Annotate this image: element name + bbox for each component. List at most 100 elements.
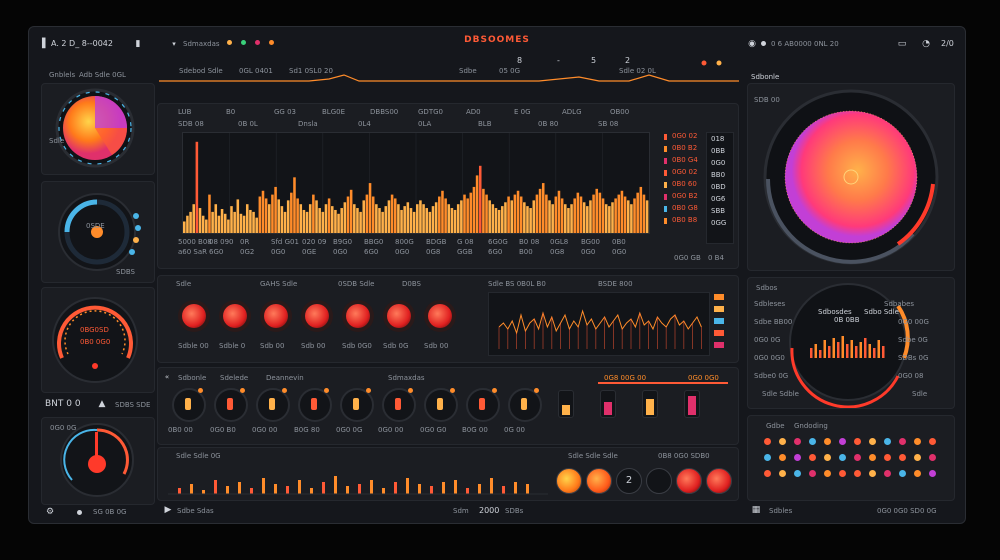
main-chart-bar: [255, 217, 258, 233]
status-dot[interactable]: [884, 454, 891, 461]
main-chart-bar: [548, 200, 551, 233]
vertical-slider[interactable]: [558, 390, 574, 418]
status-dot[interactable]: [809, 454, 816, 461]
main-chart-bar: [453, 209, 457, 233]
status-dot[interactable]: [824, 470, 831, 477]
status-dot[interactable]: [914, 454, 921, 461]
main-chart-bar: [633, 198, 636, 233]
status-dot[interactable]: [839, 438, 846, 445]
mid-orb[interactable]: [223, 304, 247, 328]
legend-swatch: [664, 182, 667, 188]
knob[interactable]: [172, 388, 206, 422]
status-dot[interactable]: [929, 470, 936, 477]
status-dot[interactable]: [929, 438, 936, 445]
mid-orb-label: Sdble 00: [178, 342, 209, 350]
main-chart-x-labels: 5000 B08 08 090 0R Sfd G01 020 09 B9G0 BBG0 800…: [178, 238, 648, 248]
clock-icon[interactable]: ◔: [921, 39, 931, 49]
status-dot[interactable]: [824, 438, 831, 445]
main-chart-bar: [617, 194, 621, 233]
status-dot[interactable]: [764, 454, 771, 461]
side-value: 0BB: [711, 147, 726, 155]
mid-gauge-bar: [873, 348, 876, 358]
status-dot[interactable]: [914, 470, 921, 477]
knobs-expand-icon[interactable]: «: [162, 372, 172, 382]
triangle-icon[interactable]: ▲: [97, 399, 107, 409]
status-dot[interactable]: [809, 438, 816, 445]
status-dot[interactable]: [794, 470, 801, 477]
header-bar: ▐ A. 2 D_ 8--0042 ▮ ▾ Sdmaxdas DBSOOMES …: [29, 27, 965, 61]
status-dot[interactable]: [839, 470, 846, 477]
knob[interactable]: [340, 388, 374, 422]
status-dot[interactable]: [809, 470, 816, 477]
bottom-orb[interactable]: [706, 468, 732, 494]
mid-orb[interactable]: [182, 304, 206, 328]
mid-orb[interactable]: [305, 304, 329, 328]
main-x-label-2: B00: [519, 248, 533, 256]
settings-icon[interactable]: ⚙: [45, 507, 55, 517]
knobs-row: 0B0 00 0G0 B0 0G0 00 B0G 80 0G0 0G 0G0 00 0G0 …: [168, 386, 728, 442]
vertical-slider[interactable]: [642, 390, 658, 418]
status-dot[interactable]: [914, 438, 921, 445]
vertical-slider[interactable]: [600, 390, 616, 418]
knob[interactable]: [466, 388, 500, 422]
main-chart-bar: [403, 206, 406, 233]
knob-label: B0G 80: [294, 426, 320, 434]
status-dot[interactable]: [869, 470, 876, 477]
status-dot[interactable]: [794, 454, 801, 461]
main-sub-label: BLB: [478, 120, 492, 128]
bottom-orb[interactable]: [676, 468, 702, 494]
main-chart-bar: [375, 204, 378, 233]
display-icon[interactable]: ▭: [897, 39, 907, 49]
main-chart-bar: [242, 215, 246, 233]
status-dot[interactable]: [884, 470, 891, 477]
bottom-play-icon[interactable]: ▶: [163, 505, 173, 515]
knob[interactable]: [256, 388, 290, 422]
status-dot[interactable]: [824, 454, 831, 461]
bottom-orb[interactable]: 2: [616, 468, 642, 494]
knob-label: 0B0 00: [168, 426, 193, 434]
left-bottom-dot[interactable]: [77, 510, 82, 515]
main-x-label: B0 08: [519, 238, 540, 246]
camera-icon[interactable]: ◉: [747, 39, 757, 49]
bottom-orb[interactable]: [586, 468, 612, 494]
mid-orb[interactable]: [387, 304, 411, 328]
knob[interactable]: [298, 388, 332, 422]
status-dot[interactable]: [854, 438, 861, 445]
vertical-slider[interactable]: [684, 390, 700, 418]
main-chart-bar: [560, 198, 564, 233]
main-chart-bar: [608, 206, 611, 233]
status-dot[interactable]: [869, 454, 876, 461]
status-dot[interactable]: [764, 470, 771, 477]
status-dot[interactable]: [779, 438, 786, 445]
bottom-orb[interactable]: [646, 468, 672, 494]
mid-gauge-side-label: Sdbabes: [884, 300, 915, 308]
main-chart-bar: [280, 206, 284, 233]
mid-orb[interactable]: [428, 304, 452, 328]
knob[interactable]: [508, 388, 542, 422]
status-dot[interactable]: [854, 470, 861, 477]
main-chart-bar: [475, 175, 479, 233]
status-dot[interactable]: [794, 438, 801, 445]
knob[interactable]: [382, 388, 416, 422]
status-dot[interactable]: [764, 438, 771, 445]
status-dot[interactable]: [884, 438, 891, 445]
legend-swatch: [664, 194, 667, 200]
mid-orb[interactable]: [346, 304, 370, 328]
status-dot[interactable]: [899, 470, 906, 477]
status-dot[interactable]: [869, 438, 876, 445]
status-dot[interactable]: [899, 454, 906, 461]
main-chart-bar: [359, 211, 362, 233]
status-dot[interactable]: [779, 454, 786, 461]
right-grid-icon[interactable]: ▦: [751, 505, 761, 515]
knob[interactable]: [214, 388, 248, 422]
status-dot[interactable]: [929, 454, 936, 461]
knob-dot: [450, 388, 455, 393]
bottom-bar: [346, 486, 349, 494]
status-dot[interactable]: [899, 438, 906, 445]
knob[interactable]: [424, 388, 458, 422]
mid-orb[interactable]: [264, 304, 288, 328]
bottom-orb[interactable]: [556, 468, 582, 494]
status-dot[interactable]: [839, 454, 846, 461]
status-dot[interactable]: [854, 454, 861, 461]
status-dot[interactable]: [779, 470, 786, 477]
